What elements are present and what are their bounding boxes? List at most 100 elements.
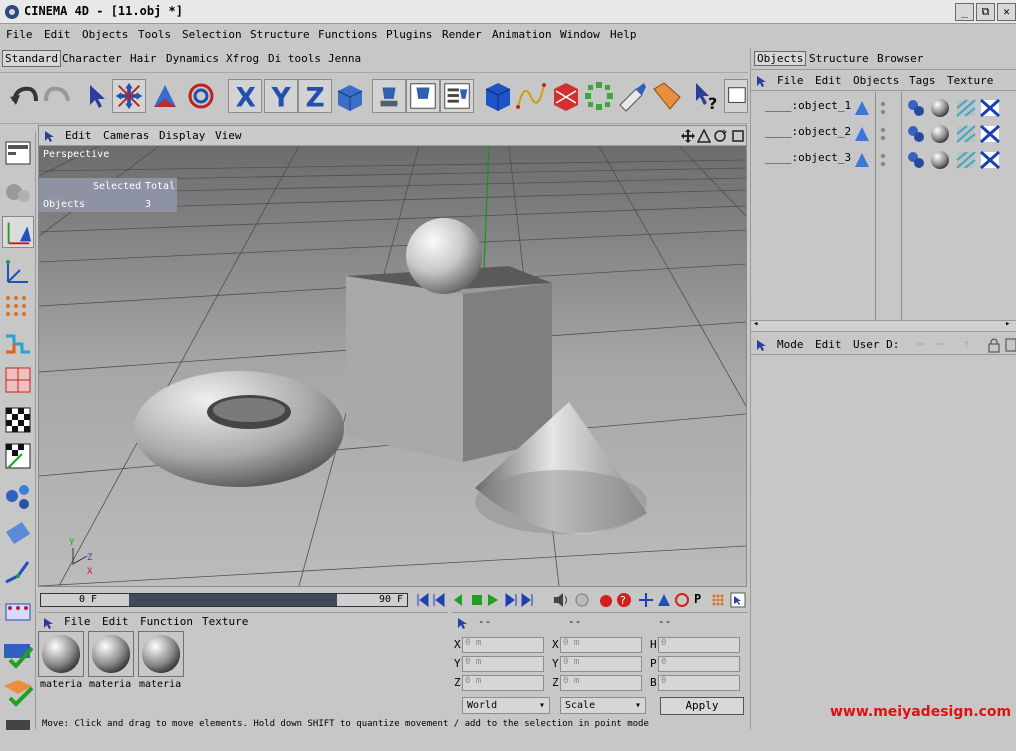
- tab-di-tools[interactable]: Di tools: [268, 52, 321, 65]
- scroll-left-icon[interactable]: ◂: [753, 319, 758, 329]
- layout-button[interactable]: [724, 79, 748, 113]
- material-swatch-3[interactable]: [138, 631, 184, 677]
- render-picture-viewer-button[interactable]: [406, 79, 440, 113]
- coord-pos-x-field[interactable]: 0 m: [462, 637, 544, 653]
- tab-structure[interactable]: Structure: [809, 52, 869, 65]
- menu-render[interactable]: Render: [442, 28, 482, 41]
- coord-size-y-field[interactable]: 0 m: [560, 656, 642, 672]
- redo-button[interactable]: [42, 79, 76, 113]
- om-menu-texture[interactable]: Texture: [947, 74, 993, 87]
- use-point-tool-button[interactable]: [2, 256, 34, 288]
- coord-size-x-field[interactable]: 0 m: [560, 637, 642, 653]
- sound-icon[interactable]: [552, 592, 570, 608]
- am-menu-edit[interactable]: Edit: [815, 338, 842, 351]
- tab-xfrog[interactable]: Xfrog: [226, 52, 259, 65]
- material-arrow-icon[interactable]: [42, 616, 56, 630]
- menu-window[interactable]: Window: [560, 28, 600, 41]
- material-menu-function[interactable]: Function: [140, 615, 193, 628]
- phong-tag-icon[interactable]: [905, 98, 927, 118]
- rotate-view-icon[interactable]: [713, 129, 727, 143]
- tab-objects[interactable]: Objects: [754, 51, 807, 66]
- menu-structure[interactable]: Structure: [250, 28, 310, 41]
- viewport-menu-cameras[interactable]: Cameras: [103, 129, 149, 142]
- menu-tools[interactable]: Tools: [138, 28, 171, 41]
- timeline-menu-icon[interactable]: [730, 592, 746, 608]
- menu-selection[interactable]: Selection: [182, 28, 242, 41]
- tab-dynamics[interactable]: Dynamics: [166, 52, 219, 65]
- animation-mode-button[interactable]: [2, 480, 34, 512]
- coord-rot-h-field[interactable]: 0: [658, 637, 740, 653]
- use-model-tool-button[interactable]: [2, 138, 34, 170]
- coord-rot-p-field[interactable]: 0: [658, 656, 740, 672]
- undo-button[interactable]: [6, 79, 40, 113]
- inverse-kinematics-button[interactable]: [2, 556, 34, 588]
- material-menu-file[interactable]: File: [64, 615, 91, 628]
- material-swatch-1[interactable]: [38, 631, 84, 677]
- x-axis-lock-button[interactable]: X: [228, 79, 262, 113]
- tab-browser[interactable]: Browser: [877, 52, 923, 65]
- use-object-tool-button[interactable]: [2, 176, 34, 208]
- close-button[interactable]: ✕: [997, 3, 1016, 21]
- object-row-3[interactable]: ____:object_3: [751, 149, 1016, 171]
- viewport-menu-display[interactable]: Display: [159, 129, 205, 142]
- primitive-cube-button[interactable]: [480, 79, 514, 113]
- key-pla-icon[interactable]: [710, 592, 726, 608]
- viewport-menu-view[interactable]: View: [215, 129, 242, 142]
- key-rotation-icon[interactable]: [674, 592, 690, 608]
- tab-character[interactable]: Character: [62, 52, 122, 65]
- visibility-dots-icon[interactable]: [879, 125, 887, 143]
- object-row-1[interactable]: ____:object_1: [751, 97, 1016, 119]
- nurbs-button[interactable]: [548, 79, 582, 113]
- playback-controls[interactable]: [416, 592, 540, 608]
- material-swatch-2[interactable]: [88, 631, 134, 677]
- texture-axis-button[interactable]: [2, 440, 34, 472]
- am-menu-user-data[interactable]: User D:: [853, 338, 899, 351]
- render-view-button[interactable]: [372, 79, 406, 113]
- timeline-slider[interactable]: 0 F 90 F: [40, 593, 408, 607]
- uv-mode-button[interactable]: [2, 594, 34, 626]
- material-tag-icon[interactable]: [929, 98, 951, 118]
- coord-rot-b-field[interactable]: 0: [658, 675, 740, 691]
- key-scale-icon[interactable]: [656, 592, 672, 608]
- viewport-arrow-icon[interactable]: [43, 129, 57, 143]
- menu-objects[interactable]: Objects: [82, 28, 128, 41]
- texture-tag-icon[interactable]: [979, 98, 1001, 118]
- rotate-tool-button[interactable]: [184, 79, 218, 113]
- menu-animation[interactable]: Animation: [492, 28, 552, 41]
- minimize-button[interactable]: _: [955, 3, 974, 21]
- menu-help[interactable]: Help: [610, 28, 637, 41]
- attribute-arrow-icon[interactable]: [755, 338, 769, 352]
- texture-tag-icon[interactable]: [979, 124, 1001, 144]
- object-name-3[interactable]: ____:object_3: [765, 151, 851, 164]
- autokey-icon[interactable]: [598, 592, 614, 608]
- coordinate-scale-select[interactable]: Scale ▾: [560, 697, 646, 714]
- tab-standard[interactable]: Standard: [2, 50, 61, 67]
- key-help-icon[interactable]: ?: [616, 592, 632, 608]
- tab-hair[interactable]: Hair: [130, 52, 157, 65]
- 3d-scene[interactable]: Y Z X Perspective Selected Total Objects…: [39, 146, 746, 586]
- coordinate-arrow-icon[interactable]: [456, 616, 470, 630]
- timeline-end-field[interactable]: 90 F: [337, 594, 407, 606]
- array-button[interactable]: [582, 79, 616, 113]
- y-axis-lock-button[interactable]: Y: [264, 79, 298, 113]
- zoom-view-icon[interactable]: [697, 129, 711, 143]
- om-menu-file[interactable]: File: [777, 74, 804, 87]
- points-mode-button[interactable]: [2, 292, 34, 324]
- am-menu-mode[interactable]: Mode: [777, 338, 804, 351]
- material-tag-icon[interactable]: [929, 150, 951, 170]
- object-name-1[interactable]: ____:object_1: [765, 99, 851, 112]
- key-position-icon[interactable]: [638, 592, 654, 608]
- coordinate-system-button[interactable]: [332, 79, 366, 113]
- render-settings-button[interactable]: [440, 79, 474, 113]
- check-tool-button[interactable]: [2, 638, 34, 670]
- om-menu-objects[interactable]: Objects: [853, 74, 899, 87]
- coordinate-mode-select[interactable]: World ▾: [462, 697, 550, 714]
- material-tag-icon[interactable]: [929, 124, 951, 144]
- tab-jenna[interactable]: Jenna: [328, 52, 361, 65]
- move-tool-button[interactable]: [112, 79, 146, 113]
- coord-size-z-field[interactable]: 0 m: [560, 675, 642, 691]
- object-row-2[interactable]: ____:object_2: [751, 123, 1016, 145]
- menu-file[interactable]: File: [6, 28, 33, 41]
- deformer-button[interactable]: [616, 79, 650, 113]
- coord-pos-y-field[interactable]: 0 m: [462, 656, 544, 672]
